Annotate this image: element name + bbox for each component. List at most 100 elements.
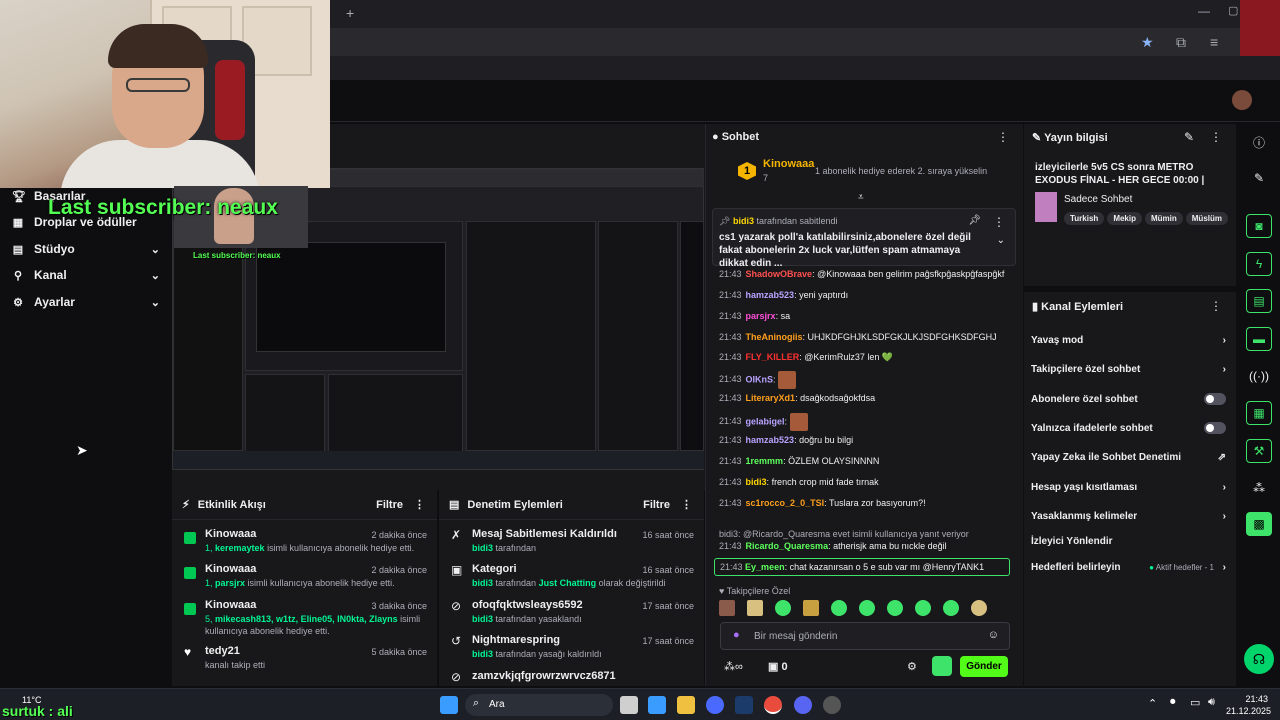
chat-message[interactable]: 21:43 gelabigel: bbox=[719, 413, 1015, 431]
chat-message[interactable]: 21:43 parsjrx: sa bbox=[719, 310, 1015, 322]
emote-icon[interactable] bbox=[859, 600, 875, 616]
emote-icon[interactable] bbox=[778, 371, 797, 389]
message-username[interactable]: parsjrx bbox=[746, 311, 776, 321]
network-icon[interactable]: ▭ bbox=[1190, 696, 1200, 709]
action-raid[interactable]: İzleyici Yönlendir bbox=[1031, 531, 1226, 551]
bot-icon[interactable] bbox=[932, 656, 952, 676]
layout-icon[interactable]: ▦ bbox=[1246, 401, 1272, 425]
chat-icon[interactable]: ▬ bbox=[1246, 327, 1272, 351]
message-username[interactable]: 1remmm bbox=[746, 456, 784, 466]
message-username[interactable]: hamzab523 bbox=[746, 290, 795, 300]
steam-icon[interactable] bbox=[735, 696, 753, 714]
emote-icon[interactable] bbox=[943, 600, 959, 616]
chrome-icon[interactable] bbox=[764, 696, 782, 714]
top-gifter-name[interactable]: Kinowaaa bbox=[763, 158, 814, 170]
chat-message[interactable]: 21:43 bidi3: french crop mid fade tırnak bbox=[719, 476, 1015, 488]
microphone-icon[interactable]: ● bbox=[733, 629, 740, 641]
sidebar-item-channel[interactable]: ⚲ Kanal ⌄ bbox=[12, 264, 160, 286]
toggle-switch[interactable] bbox=[1204, 422, 1226, 434]
media-icon[interactable]: ≡ bbox=[1210, 34, 1218, 50]
more-options-icon[interactable]: ⋮ bbox=[1210, 299, 1222, 313]
collapse-icon[interactable]: ⩡ bbox=[858, 192, 864, 203]
community-icon[interactable]: ⁂ bbox=[1246, 476, 1272, 500]
action-emote-only[interactable]: Yalnızca ifadelerle sohbet bbox=[1031, 418, 1226, 438]
highlighted-message[interactable]: 21:43 Ey_meen: chat kazanırsan o 5 e sub… bbox=[714, 558, 1010, 576]
minimize-icon[interactable]: — bbox=[1198, 4, 1210, 18]
points-counter[interactable]: ▣ 0 bbox=[768, 660, 788, 673]
filter-button[interactable]: Filtre bbox=[643, 499, 670, 511]
emote-icon[interactable] bbox=[719, 600, 735, 616]
obs-icon[interactable] bbox=[823, 696, 841, 714]
emote-icon[interactable] bbox=[915, 600, 931, 616]
activity-user[interactable]: Kinowaaa bbox=[205, 528, 256, 540]
chat-message[interactable]: 21:43 hamzab523: doğru bu bilgi bbox=[719, 434, 1015, 446]
taskbar-clock[interactable]: 21:43 21.12.2025 bbox=[1226, 693, 1271, 717]
gear-icon[interactable]: ⚙ bbox=[907, 660, 917, 673]
emote-icon[interactable] bbox=[887, 600, 903, 616]
sidebar-item-studio[interactable]: ▤ Stüdyo ⌄ bbox=[12, 238, 160, 260]
chat-message[interactable]: 21:43 TheAninogiis: UHJKDFGHJKLSDFGKJLKJS… bbox=[719, 331, 1015, 343]
tag[interactable]: Turkish bbox=[1064, 212, 1105, 225]
more-options-icon[interactable]: ⋮ bbox=[681, 498, 692, 511]
more-options-icon[interactable]: ⋮ bbox=[993, 215, 1005, 229]
message-username[interactable]: LiteraryXd1 bbox=[746, 393, 796, 403]
filter-button[interactable]: Filtre bbox=[376, 499, 403, 511]
activity-user[interactable]: Kinowaaa bbox=[205, 563, 256, 575]
document-icon[interactable]: ▤ bbox=[1246, 289, 1272, 313]
chevron-up-icon[interactable]: ⌃ bbox=[1148, 697, 1157, 710]
chat-message[interactable]: 21:43 1remmm: ÖZLEM OLAYSINNNN bbox=[719, 455, 1015, 467]
bot-icon[interactable]: ▩ bbox=[1246, 512, 1272, 536]
emote-icon[interactable] bbox=[803, 600, 819, 616]
tag[interactable]: Müslüm bbox=[1185, 212, 1228, 225]
extensions-icon[interactable]: ⧉ bbox=[1176, 34, 1186, 51]
chevron-down-icon[interactable]: ⌄ bbox=[997, 235, 1005, 246]
channel-points-icon[interactable]: ⁂∞ bbox=[724, 660, 743, 673]
action-slow-mode[interactable]: Yavaş mod › bbox=[1031, 330, 1226, 350]
message-username[interactable]: hamzab523 bbox=[746, 435, 795, 445]
action-account-age[interactable]: Hesap yaşı kısıtlaması › bbox=[1031, 477, 1226, 497]
taskbar-search[interactable]: ⌕ Ara bbox=[465, 694, 613, 716]
action-ai-moderation[interactable]: Yapay Zeka ile Sohbet Denetimi ⇗ bbox=[1031, 447, 1226, 467]
chat-message[interactable]: 21:43 hamzab523: yeni yaptırdı bbox=[719, 289, 1015, 301]
chat-message[interactable]: 21:43 ShadowOBrave: @Kinowaaa ben gelirim… bbox=[719, 268, 1015, 280]
app-icon[interactable] bbox=[706, 696, 724, 714]
message-username[interactable]: TheAninogiis bbox=[746, 332, 803, 342]
microphone-icon[interactable]: ⏺︎ bbox=[1170, 696, 1176, 709]
emoji-icon[interactable]: ☺ bbox=[988, 629, 999, 641]
message-username[interactable]: ShadowOBrave bbox=[746, 269, 813, 279]
info-icon[interactable]: ⓘ bbox=[1246, 130, 1272, 154]
chat-message[interactable]: 21:43 OIKnS: bbox=[719, 371, 1015, 389]
action-banned-words[interactable]: Yasaklanmış kelimeler › bbox=[1031, 506, 1226, 526]
activity-user[interactable]: tedy21 bbox=[205, 645, 240, 657]
send-button[interactable]: Gönder bbox=[960, 656, 1008, 677]
chat-input[interactable]: ● Bir mesaj gönderin ☺ bbox=[720, 622, 1010, 650]
unpin-button[interactable]: 📌︎ bbox=[968, 215, 981, 226]
emote-icon[interactable] bbox=[971, 600, 987, 616]
calculator-icon[interactable] bbox=[648, 696, 666, 714]
emote-icon[interactable] bbox=[747, 600, 763, 616]
support-icon[interactable]: ☊ bbox=[1244, 644, 1274, 674]
lightning-icon[interactable]: ϟ bbox=[1246, 252, 1272, 276]
edit-icon[interactable]: ✎ bbox=[1184, 130, 1194, 144]
chat-message[interactable]: 21:43 sc1rocco_2_0_TSI: Tuslara zor basıy… bbox=[719, 497, 1015, 509]
message-username[interactable]: sc1rocco_2_0_TSI bbox=[746, 498, 825, 508]
emote-icon[interactable] bbox=[789, 413, 808, 431]
volume-icon[interactable]: 🔊︎ bbox=[1208, 696, 1215, 709]
emote-icon[interactable] bbox=[775, 600, 791, 616]
chat-message[interactable]: 21:43 FLY_KILLER: @KerimRulz37 len 💚 bbox=[719, 351, 1015, 363]
broadcast-icon[interactable]: ((·)) bbox=[1246, 364, 1272, 388]
more-options-icon[interactable]: ⋮ bbox=[414, 498, 425, 511]
tools-icon[interactable]: ⚒ bbox=[1246, 439, 1272, 463]
toggle-switch[interactable] bbox=[1204, 393, 1226, 405]
message-username[interactable]: OIKnS bbox=[746, 374, 774, 384]
chat-message[interactable]: 21:43 Ricardo_Quaresma: atherisjk ama bu … bbox=[719, 540, 1015, 552]
chat-message[interactable]: 21:43 LiteraryXd1: dsaĝkodsaĝokfdsa bbox=[719, 392, 1015, 404]
windows-start-icon[interactable] bbox=[440, 696, 458, 714]
message-username[interactable]: FLY_KILLER bbox=[746, 352, 800, 362]
bookmark-star-icon[interactable]: ★ bbox=[1141, 34, 1154, 51]
sidebar-item-settings[interactable]: ⚙ Ayarlar ⌄ bbox=[12, 291, 160, 313]
more-options-icon[interactable]: ⋮ bbox=[997, 130, 1009, 144]
maximize-icon[interactable]: ▢ bbox=[1228, 4, 1238, 17]
tag[interactable]: Mümin bbox=[1144, 212, 1183, 225]
more-options-icon[interactable]: ⋮ bbox=[1210, 130, 1222, 144]
